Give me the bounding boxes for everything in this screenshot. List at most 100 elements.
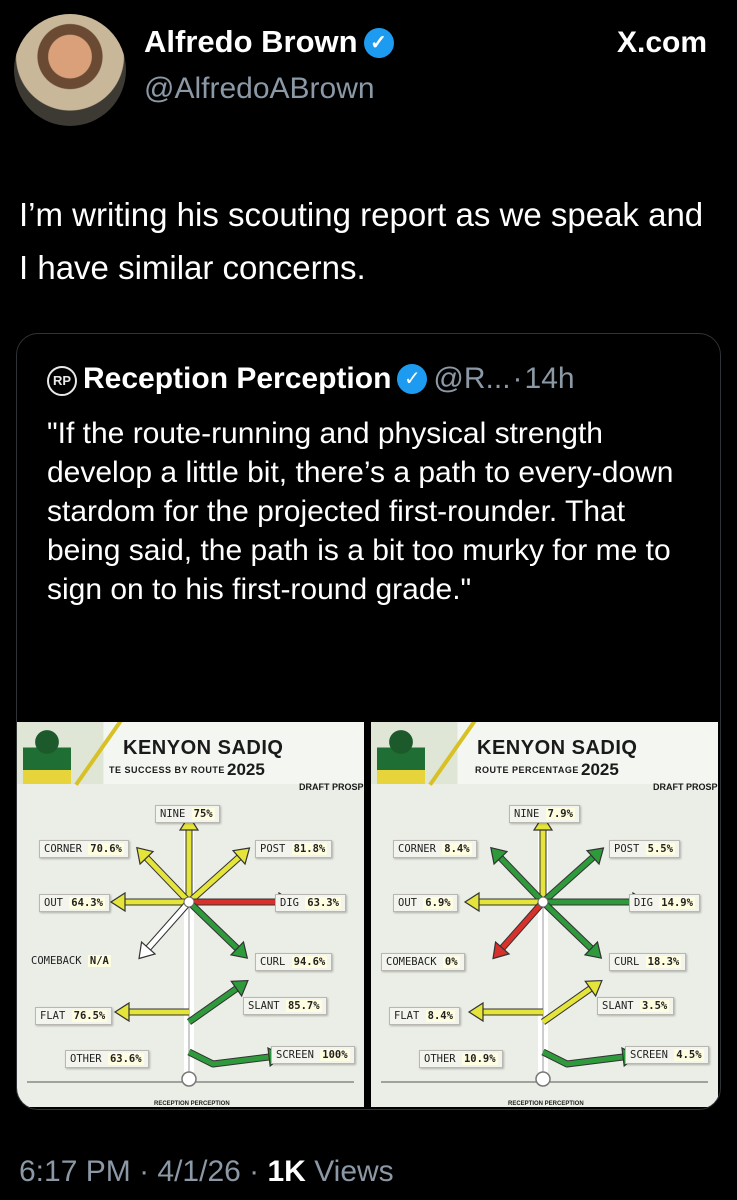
route-name: OTHER — [424, 1053, 456, 1065]
route-label-out: OUT 6.9% — [393, 894, 458, 912]
route-value: 63.3% — [305, 897, 341, 909]
route-name: CORNER — [44, 843, 82, 855]
route-label-curl: CURL 94.6% — [255, 953, 333, 971]
route-arrow-comeback — [492, 899, 546, 960]
route-label-curl: CURL 18.3% — [609, 953, 687, 971]
route-label-screen: SCREEN 4.5% — [625, 1046, 709, 1064]
route-name: SCREEN — [630, 1049, 668, 1061]
avatar[interactable] — [14, 14, 126, 126]
verified-badge-icon: ✓ — [363, 28, 394, 58]
route-chart-success[interactable]: KENYON SADIQ TE SUCCESS BY ROUTE 2025 DR… — [17, 722, 364, 1107]
author-name[interactable]: Alfredo Brown ✓ — [144, 24, 394, 60]
route-name: CURL — [260, 956, 286, 968]
route-arrow-slant — [540, 979, 603, 1025]
route-arrow-nine — [532, 814, 554, 902]
route-label-post: POST 5.5% — [609, 840, 680, 858]
rp-logo-icon: RP — [47, 366, 77, 396]
route-label-dig: DIG 14.9% — [629, 894, 700, 912]
route-name: CURL — [614, 956, 640, 968]
route-value: N/A — [87, 955, 111, 967]
route-label-other: OTHER 63.6% — [65, 1050, 149, 1068]
route-arrow-curl — [540, 899, 603, 959]
route-name: POST — [260, 843, 286, 855]
route-label-slant: SLANT 85.7% — [243, 997, 327, 1015]
quoted-tweet[interactable]: RP Reception Perception ✓ @R...·14h "If the… — [16, 333, 721, 1110]
route-value: 3.5% — [639, 1000, 670, 1012]
route-name: DIG — [280, 897, 299, 909]
tweet-date: 4/1/26 — [157, 1155, 241, 1188]
route-origin — [181, 1071, 197, 1087]
route-value: 94.6% — [291, 956, 328, 968]
route-value: 10.9% — [461, 1053, 498, 1065]
route-arrow-curl — [186, 899, 249, 959]
views-count: 1K — [267, 1155, 306, 1188]
route-arrow-corner — [136, 846, 192, 905]
author-handle[interactable]: @AlfredoABrown — [144, 72, 375, 106]
route-arrow-flat — [113, 1001, 189, 1023]
route-value: 64.3% — [69, 897, 105, 909]
route-value: 6.9% — [423, 897, 453, 909]
tweet-text: I’m writing his scouting report as we sp… — [19, 196, 704, 286]
route-label-corner: CORNER 8.4% — [393, 840, 477, 858]
reception-perception-watermark: RECEPTION PERCEPTION — [508, 1101, 584, 1107]
route-name: SLANT — [248, 1000, 280, 1012]
tweet-timestamp[interactable]: 6:17 PM · 4/1/26 · 1K Views — [19, 1155, 394, 1189]
route-name: OUT — [44, 897, 63, 909]
quoted-header: RP Reception Perception ✓ @R...·14h — [47, 362, 575, 396]
card-draft-label: DRAFT PROSPEC — [299, 782, 364, 792]
route-value: 8.4% — [425, 1010, 455, 1022]
route-value: 75% — [191, 808, 215, 820]
route-label-out: OUT 64.3% — [39, 894, 110, 912]
route-name: POST — [614, 843, 640, 855]
route-label-nine: NINE 7.9% — [509, 805, 580, 823]
route-label-nine: NINE 75% — [155, 805, 220, 823]
route-label-flat: FLAT 76.5% — [35, 1007, 113, 1025]
route-name: FLAT — [394, 1010, 420, 1022]
card-header: KENYON SADIQ ROUTE PERCENTAGE 2025 — [371, 722, 718, 786]
route-arrow-out — [109, 891, 189, 913]
route-arrow-comeback — [138, 899, 192, 960]
card-draft-label: DRAFT PROSPEC — [653, 782, 718, 792]
route-value: 8.4% — [442, 843, 472, 855]
route-value: 0% — [442, 956, 460, 968]
route-origin — [535, 1071, 551, 1087]
route-label-post: POST 81.8% — [255, 840, 333, 858]
route-name: NINE — [514, 808, 540, 820]
route-arrow-post — [540, 847, 605, 905]
route-label-flat: FLAT 8.4% — [389, 1007, 460, 1025]
route-name: CORNER — [398, 843, 436, 855]
route-arrow-out — [463, 891, 543, 913]
route-arrow-corner — [490, 846, 546, 905]
route-value: 70.6% — [88, 843, 124, 855]
player-photo — [23, 728, 71, 784]
route-label-other: OTHER 10.9% — [419, 1050, 503, 1068]
route-arrow-screen — [187, 1047, 285, 1068]
route-arrow-slant — [186, 979, 249, 1025]
route-value: 76.5% — [71, 1010, 108, 1022]
route-name: OTHER — [70, 1053, 102, 1065]
route-value: 81.8% — [291, 843, 328, 855]
card-year: 2025 — [227, 760, 265, 779]
card-title: KENYON SADIQ — [477, 737, 638, 759]
route-value: 5.5% — [645, 843, 675, 855]
route-value: 100% — [320, 1049, 350, 1061]
route-label-dig: DIG 63.3% — [275, 894, 346, 912]
route-arrow-nine — [178, 814, 200, 902]
route-value: 63.6% — [107, 1053, 144, 1065]
route-label-comeback: COMEBACK 0% — [381, 953, 465, 971]
route-name: COMEBACK — [31, 955, 82, 967]
quoted-age: 14h — [524, 362, 575, 395]
route-name: FLAT — [40, 1010, 66, 1022]
route-arrow-flat — [467, 1001, 543, 1023]
tweet-time: 6:17 PM — [19, 1155, 131, 1188]
card-header: KENYON SADIQ TE SUCCESS BY ROUTE 2025 — [17, 722, 364, 786]
card-subtitle: TE SUCCESS BY ROUTE — [109, 765, 225, 775]
route-value: 7.9% — [545, 808, 575, 820]
quoted-author-name: Reception Perception — [83, 362, 392, 395]
route-chart-percentage[interactable]: KENYON SADIQ ROUTE PERCENTAGE 2025 DRAFT… — [371, 722, 718, 1107]
route-name: OUT — [398, 897, 417, 909]
route-arrow-post — [186, 847, 251, 905]
verified-badge-icon: ✓ — [397, 364, 428, 394]
card-title: KENYON SADIQ — [123, 737, 284, 759]
route-name: DIG — [634, 897, 653, 909]
